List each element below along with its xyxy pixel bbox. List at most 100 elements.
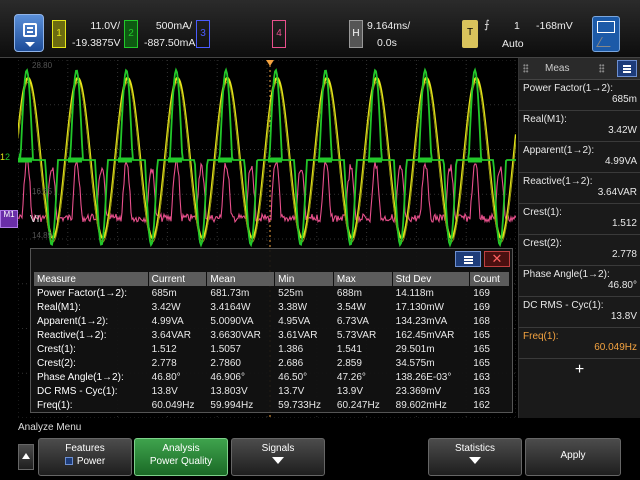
- table-cell: 681.73m: [210, 288, 250, 299]
- channel-2-offset: -887.50mA: [144, 37, 196, 49]
- channel-3-button[interactable]: 3: [196, 20, 210, 48]
- statistics-softkey[interactable]: Statistics: [428, 438, 522, 476]
- channel-4-button[interactable]: 4: [272, 20, 286, 48]
- table-cell: 168: [473, 316, 490, 327]
- table-cell: 13.8V: [151, 386, 178, 397]
- table-cell: 3.4164W: [210, 302, 251, 313]
- add-measurement-button[interactable]: +: [519, 359, 640, 379]
- sidebar-measurement[interactable]: Phase Angle(1→2): 46.80°: [519, 266, 640, 297]
- sidebar-measurement[interactable]: Real(M1): 3.42W: [519, 111, 640, 142]
- sidebar-measurement-value: 4.99VA: [604, 156, 637, 167]
- analysis-softkey[interactable]: Analysis Power Quality: [134, 438, 228, 476]
- column-header: Max: [333, 272, 392, 286]
- channel-2-button[interactable]: 2: [124, 20, 138, 48]
- touch-toggle-button[interactable]: [592, 16, 620, 52]
- table-cell: 685m: [151, 288, 177, 299]
- measurement-table-body: Power Factor(1→2): 685m 681.73m 525m 688m 14.…: [34, 287, 509, 412]
- math-m1-label: M1: [3, 210, 15, 219]
- sidebar-measurement-label: Real(M1):: [523, 114, 567, 125]
- sidebar-list-button[interactable]: [617, 60, 637, 77]
- channel-1-marker[interactable]: 12: [0, 152, 18, 164]
- sidebar-measurement-label: DC RMS - Cyc(1):: [523, 300, 604, 311]
- trigger-mode: Auto: [502, 38, 524, 50]
- table-cell: 14.118m: [395, 288, 434, 299]
- sidebar-measurement[interactable]: Crest(2): 2.778: [519, 235, 640, 266]
- math-m1-marker[interactable]: M1: [0, 210, 18, 228]
- chevron-down-icon: [272, 457, 284, 464]
- sidebar-measurement-label: Phase Angle(1→2):: [523, 269, 610, 280]
- main-menu-button[interactable]: [14, 14, 44, 52]
- statistics-label: Statistics: [454, 443, 495, 454]
- menu-up-button[interactable]: [18, 444, 34, 470]
- waveform-trace: [18, 76, 516, 240]
- channel-1-button[interactable]: 1: [52, 20, 66, 48]
- grip-icon[interactable]: •• •• ••: [599, 62, 605, 76]
- trigger-button[interactable]: T: [462, 20, 478, 48]
- sidebar-measurement[interactable]: Apparent(1→2): 4.99VA: [519, 142, 640, 173]
- sidebar-measurement-value: 1.512: [611, 218, 637, 229]
- table-cell: 2.7860: [210, 358, 241, 369]
- features-value-text: Power: [76, 456, 106, 467]
- sidebar-measurement[interactable]: Reactive(1→2): 3.64VAR: [519, 173, 640, 204]
- sidebar-items: Power Factor(1→2): 685m Real(M1): 3.42W Appa…: [519, 80, 640, 359]
- trigger-level: -168mV: [536, 20, 573, 32]
- horizontal-settings[interactable]: 9.164ms/ 0.0s: [367, 18, 410, 52]
- channel-2-settings[interactable]: 500mA/ -887.50mA: [144, 18, 195, 52]
- sidebar-measurement-label: Power Factor(1→2):: [523, 83, 614, 94]
- table-cell: 89.602mHz: [395, 400, 447, 411]
- trigger-edge-icon: ⨍: [484, 19, 490, 31]
- column-header: Mean: [207, 272, 275, 286]
- sidebar-title: Meas: [545, 63, 570, 74]
- sidebar-measurement-value: 2.778: [611, 249, 637, 260]
- table-cell: Real(M1):: [37, 302, 81, 313]
- measurement-table-header: Measure Current Mean Min Max Std Dev Count: [34, 272, 509, 286]
- sidebar-measurement-value: 13.8V: [610, 311, 637, 322]
- horizontal-button[interactable]: H: [349, 20, 363, 48]
- measurement-table: Measure Current Mean Min Max Std Dev Count Pow…: [33, 271, 510, 413]
- column-header: Measure: [34, 272, 148, 286]
- table-cell: 3.42W: [151, 302, 181, 313]
- softkey-bar: Features Power Analysis Power Quality Si…: [0, 436, 640, 480]
- column-header: Std Dev: [392, 272, 470, 286]
- table-cell: Reactive(1→2):: [37, 330, 107, 341]
- table-cell: 29.501m: [395, 344, 435, 355]
- list-icon: [23, 23, 37, 37]
- panel-close-button[interactable]: ✕: [484, 251, 510, 267]
- channel-1-settings[interactable]: 11.0V/ -19.3875V: [72, 18, 120, 52]
- sidebar-measurement[interactable]: Power Factor(1→2): 685m: [519, 80, 640, 111]
- table-cell: 134.23mVA: [395, 316, 448, 327]
- table-row: Power Factor(1→2): 685m 681.73m 525m 688m 14.…: [34, 287, 509, 300]
- table-cell: 2.778: [151, 358, 177, 369]
- signals-softkey[interactable]: Signals: [231, 438, 325, 476]
- table-cell: 46.80°: [151, 372, 181, 383]
- measurement-statistics-panel: ✕ Measure Current Mean Min Max Std Dev Count P…: [30, 248, 513, 413]
- table-cell: 60.247Hz: [336, 400, 380, 411]
- table-cell: 46.50°: [278, 372, 308, 383]
- sidebar-measurement[interactable]: DC RMS - Cyc(1): 13.8V: [519, 297, 640, 328]
- features-softkey[interactable]: Features Power: [38, 438, 132, 476]
- table-cell: DC RMS - Cyc(1):: [37, 386, 118, 397]
- table-cell: 3.64VAR: [151, 330, 191, 341]
- sidebar-measurement[interactable]: Crest(1): 1.512: [519, 204, 640, 235]
- table-cell: 2.859: [336, 358, 362, 369]
- table-cell: 6.73VA: [336, 316, 369, 327]
- apply-softkey[interactable]: Apply: [525, 438, 621, 476]
- table-cell: 3.38W: [278, 302, 308, 313]
- table-cell: 13.7V: [278, 386, 305, 397]
- table-cell: 688m: [336, 288, 362, 299]
- table-cell: Freq(1):: [37, 400, 73, 411]
- table-cell: 2.686: [278, 358, 304, 369]
- sidebar-measurement-value: 685m: [611, 94, 637, 105]
- grip-icon[interactable]: •• •• ••: [523, 62, 529, 76]
- analysis-label: Analysis: [162, 443, 200, 454]
- table-cell: 23.369mV: [395, 386, 442, 397]
- channel-2-scale: 500mA/: [155, 20, 192, 32]
- table-cell: 17.130mW: [395, 302, 444, 313]
- channel-2-marker[interactable]: I: [18, 152, 28, 162]
- table-cell: 3.6630VAR: [210, 330, 261, 341]
- panel-list-button[interactable]: [455, 251, 481, 267]
- table-cell: 3.54W: [336, 302, 366, 313]
- table-row: Crest(2): 2.778 2.7860 2.686 2.859 34.575m 165: [34, 357, 509, 370]
- sidebar-measurement[interactable]: Freq(1): 60.049Hz: [519, 328, 640, 359]
- sidebar-measurement-label: Crest(1):: [523, 207, 562, 218]
